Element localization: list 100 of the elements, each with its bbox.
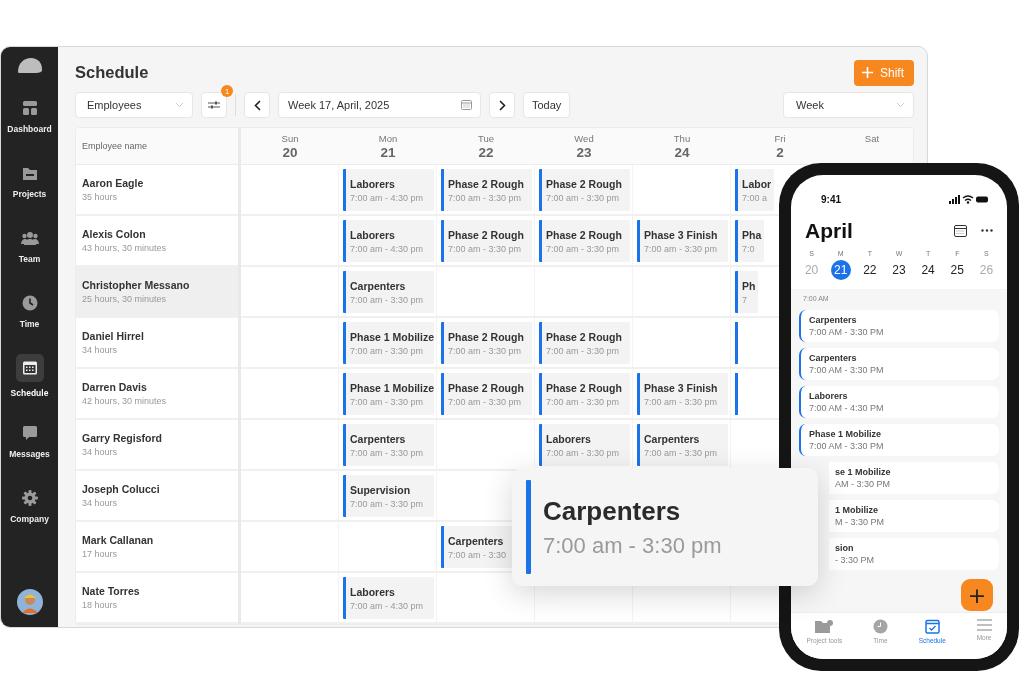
day-name: Sun: [281, 132, 299, 144]
more-icon[interactable]: [981, 229, 993, 232]
shift-card[interactable]: Phase 2 Rough 7:00 am - 3:30 pm: [539, 220, 630, 262]
shift-title: Phase 3 Finish: [644, 228, 719, 241]
shift-card[interactable]: 1 Mobilize M - 3:30 PM: [829, 500, 999, 532]
shift-card[interactable]: Carpenters 7:00 AM - 3:30 PM: [799, 348, 999, 380]
sidebar-item[interactable]: Dashboard: [1, 96, 58, 161]
shift-title: Supervision: [350, 483, 412, 496]
shift-card[interactable]: Phase 1 Mobilize 7:00 am - 3:30 pm: [343, 373, 434, 415]
employee-name: Daniel Hirrel: [82, 330, 145, 342]
shift-card[interactable]: Supervision 7:00 am - 3:30 pm: [343, 475, 434, 517]
shift-time: 7:00 am - 3:30 pm: [546, 192, 621, 203]
shift-title: Phase 2 Rough: [448, 330, 525, 343]
shift-card[interactable]: Phase 2 Rough 7:00 am - 3:30 pm: [441, 373, 532, 415]
date-item[interactable]: 25: [947, 260, 968, 280]
settings-icon: [21, 490, 38, 506]
shift-time: 7:00 am - 4:30 pm: [350, 243, 425, 254]
date-item[interactable]: 22: [859, 260, 880, 280]
hard-hat-logo: [16, 57, 43, 74]
shift-card[interactable]: Ph 7: [735, 271, 759, 313]
view-dropdown[interactable]: Week: [783, 92, 914, 118]
employee-row[interactable]: Christopher Messano 25 hours, 30 minutes: [76, 267, 238, 318]
shift-time: 7:00 AM - 3:30 PM: [809, 327, 885, 337]
shift-card[interactable]: Phase 2 Rough 7:00 am - 3:30 pm: [441, 220, 532, 262]
shift-card[interactable]: Carpenters 7:00 AM - 3:30 PM: [799, 310, 999, 342]
shift-card[interactable]: Laborers 7:00 am - 4:30 pm: [343, 577, 434, 619]
shift-title: se 1 Mobilize: [835, 467, 892, 477]
day-number: 23: [576, 144, 592, 160]
shift-title: Carpenters: [543, 495, 682, 527]
day-name: Tue: [478, 132, 494, 144]
date-item[interactable]: 24: [918, 260, 939, 280]
shift-time: 7:00 a: [742, 192, 769, 203]
shift-card[interactable]: Laborers 7:00 am - 3:30 pm: [539, 424, 630, 466]
status-icons: [949, 194, 989, 204]
shift-title: Carpenters: [350, 279, 407, 292]
add-button[interactable]: +: [961, 579, 993, 611]
shift-time: 7:00 am - 3:30 pm: [448, 192, 523, 203]
shift-time: 7:00 am - 3:30 pm: [644, 243, 719, 254]
sidebar-item[interactable]: Schedule: [1, 356, 58, 421]
menu-icon: [976, 619, 992, 631]
shift-card[interactable]: Phase 1 Mobilize 7:00 AM - 3:30 PM: [799, 424, 999, 456]
avatar[interactable]: [16, 589, 43, 615]
shift-time: 7:0: [742, 243, 756, 254]
sidebar-item[interactable]: Projects: [1, 161, 58, 226]
hours-total: 34 hours: [82, 498, 119, 508]
sidebar-item[interactable]: Company: [1, 486, 58, 551]
shift-card[interactable]: Carpenters 7:00 am - 3:30 pm: [637, 424, 728, 466]
shift-card[interactable]: Phase 2 Rough 7:00 am - 3:30 pm: [539, 169, 630, 211]
shift-card[interactable]: Laborers 7:00 AM - 4:30 PM: [799, 386, 999, 418]
day-name: Mon: [378, 132, 398, 144]
previous-button[interactable]: [244, 92, 270, 118]
shift-time: 7:00 am - 3:30 pm: [350, 447, 425, 458]
shift-card[interactable]: sion - 3:30 PM: [829, 538, 999, 570]
sidebar-item[interactable]: Team: [1, 226, 58, 291]
shift-card[interactable]: Labor 7:00 a: [735, 169, 775, 211]
calendar-icon[interactable]: [954, 224, 967, 237]
plus-icon: [862, 67, 873, 78]
employee-name: Christopher Messano: [82, 279, 191, 291]
shift-time: 7:00 AM - 3:30 PM: [809, 441, 885, 451]
shift-card[interactable]: Pha 7:0: [735, 220, 765, 262]
employee-name: Darren Davis: [82, 381, 148, 393]
shift-time: 7:00 am - 3:30 pm: [546, 243, 621, 254]
clock-icon: [21, 295, 38, 311]
shift-card[interactable]: Phase 2 Rough 7:00 am - 3:30 pm: [441, 169, 532, 211]
shift-time: 7:00 am - 3:30 pm: [546, 396, 621, 407]
shift-card[interactable]: se 1 Mobilize AM - 3:30 PM: [829, 462, 999, 494]
sidebar-item[interactable]: Time: [1, 291, 58, 356]
shift-time: 7:00 am - 3:30 pm: [350, 396, 425, 407]
shift-time: 7:00 am - 3:30 pm: [448, 396, 523, 407]
shift-card[interactable]: Phase 3 Finish 7:00 am - 3:30 pm: [637, 220, 728, 262]
shift-title: Laborers: [350, 228, 396, 241]
shift-time: 7:00 am - 3:30 pm: [546, 345, 621, 356]
group-dropdown[interactable]: Employees: [75, 92, 193, 118]
date-item[interactable]: 21: [830, 260, 851, 280]
date-item[interactable]: 23: [889, 260, 909, 280]
chat-bubble-icon: [21, 425, 38, 441]
shift-card[interactable]: Phase 3 Finish 7:00 am - 3:30 pm: [637, 373, 728, 415]
hours-total: 17 hours: [82, 549, 119, 559]
shift-card[interactable]: Laborers 7:00 am - 4:30 pm: [343, 169, 434, 211]
day-number: 2: [776, 144, 784, 160]
shift-card[interactable]: Laborers 7:00 am - 4:30 pm: [343, 220, 434, 262]
sidebar-item[interactable]: Messages: [1, 421, 58, 486]
shift-card[interactable]: Phase 2 Rough 7:00 am - 3:30 pm: [539, 322, 630, 364]
dashboard-icon: [21, 100, 38, 116]
shift-time: 7:00 am - 3:30 pm: [350, 294, 425, 305]
shift-card[interactable]: Phase 1 Mobilize 7:00 am - 3:30 pm: [343, 322, 434, 364]
week-field[interactable]: Week 17, April, 2025: [278, 92, 481, 118]
hours-total: 34 hours: [82, 345, 119, 355]
today-button[interactable]: Today: [523, 92, 571, 118]
shift-card[interactable]: Phase 2 Rough 7:00 am - 3:30 pm: [539, 373, 630, 415]
shift-card[interactable]: Carpenters 7:00 am - 3:30 pm: [343, 424, 434, 466]
shift-title: Phase 1 Mobilize: [809, 429, 883, 439]
shift-title: 1 Mobilize: [835, 505, 879, 515]
shift-card[interactable]: Carpenters 7:00 am - 3:30 pm: [343, 271, 434, 313]
shift-title: Phase 1 Mobilize: [350, 330, 434, 343]
shift-card[interactable]: Phase 2 Rough 7:00 am - 3:30 pm: [441, 322, 532, 364]
shift-time: 7: [742, 294, 748, 305]
next-button[interactable]: [489, 92, 515, 118]
day-name: Fri: [774, 132, 786, 144]
clock-icon: [872, 619, 888, 634]
